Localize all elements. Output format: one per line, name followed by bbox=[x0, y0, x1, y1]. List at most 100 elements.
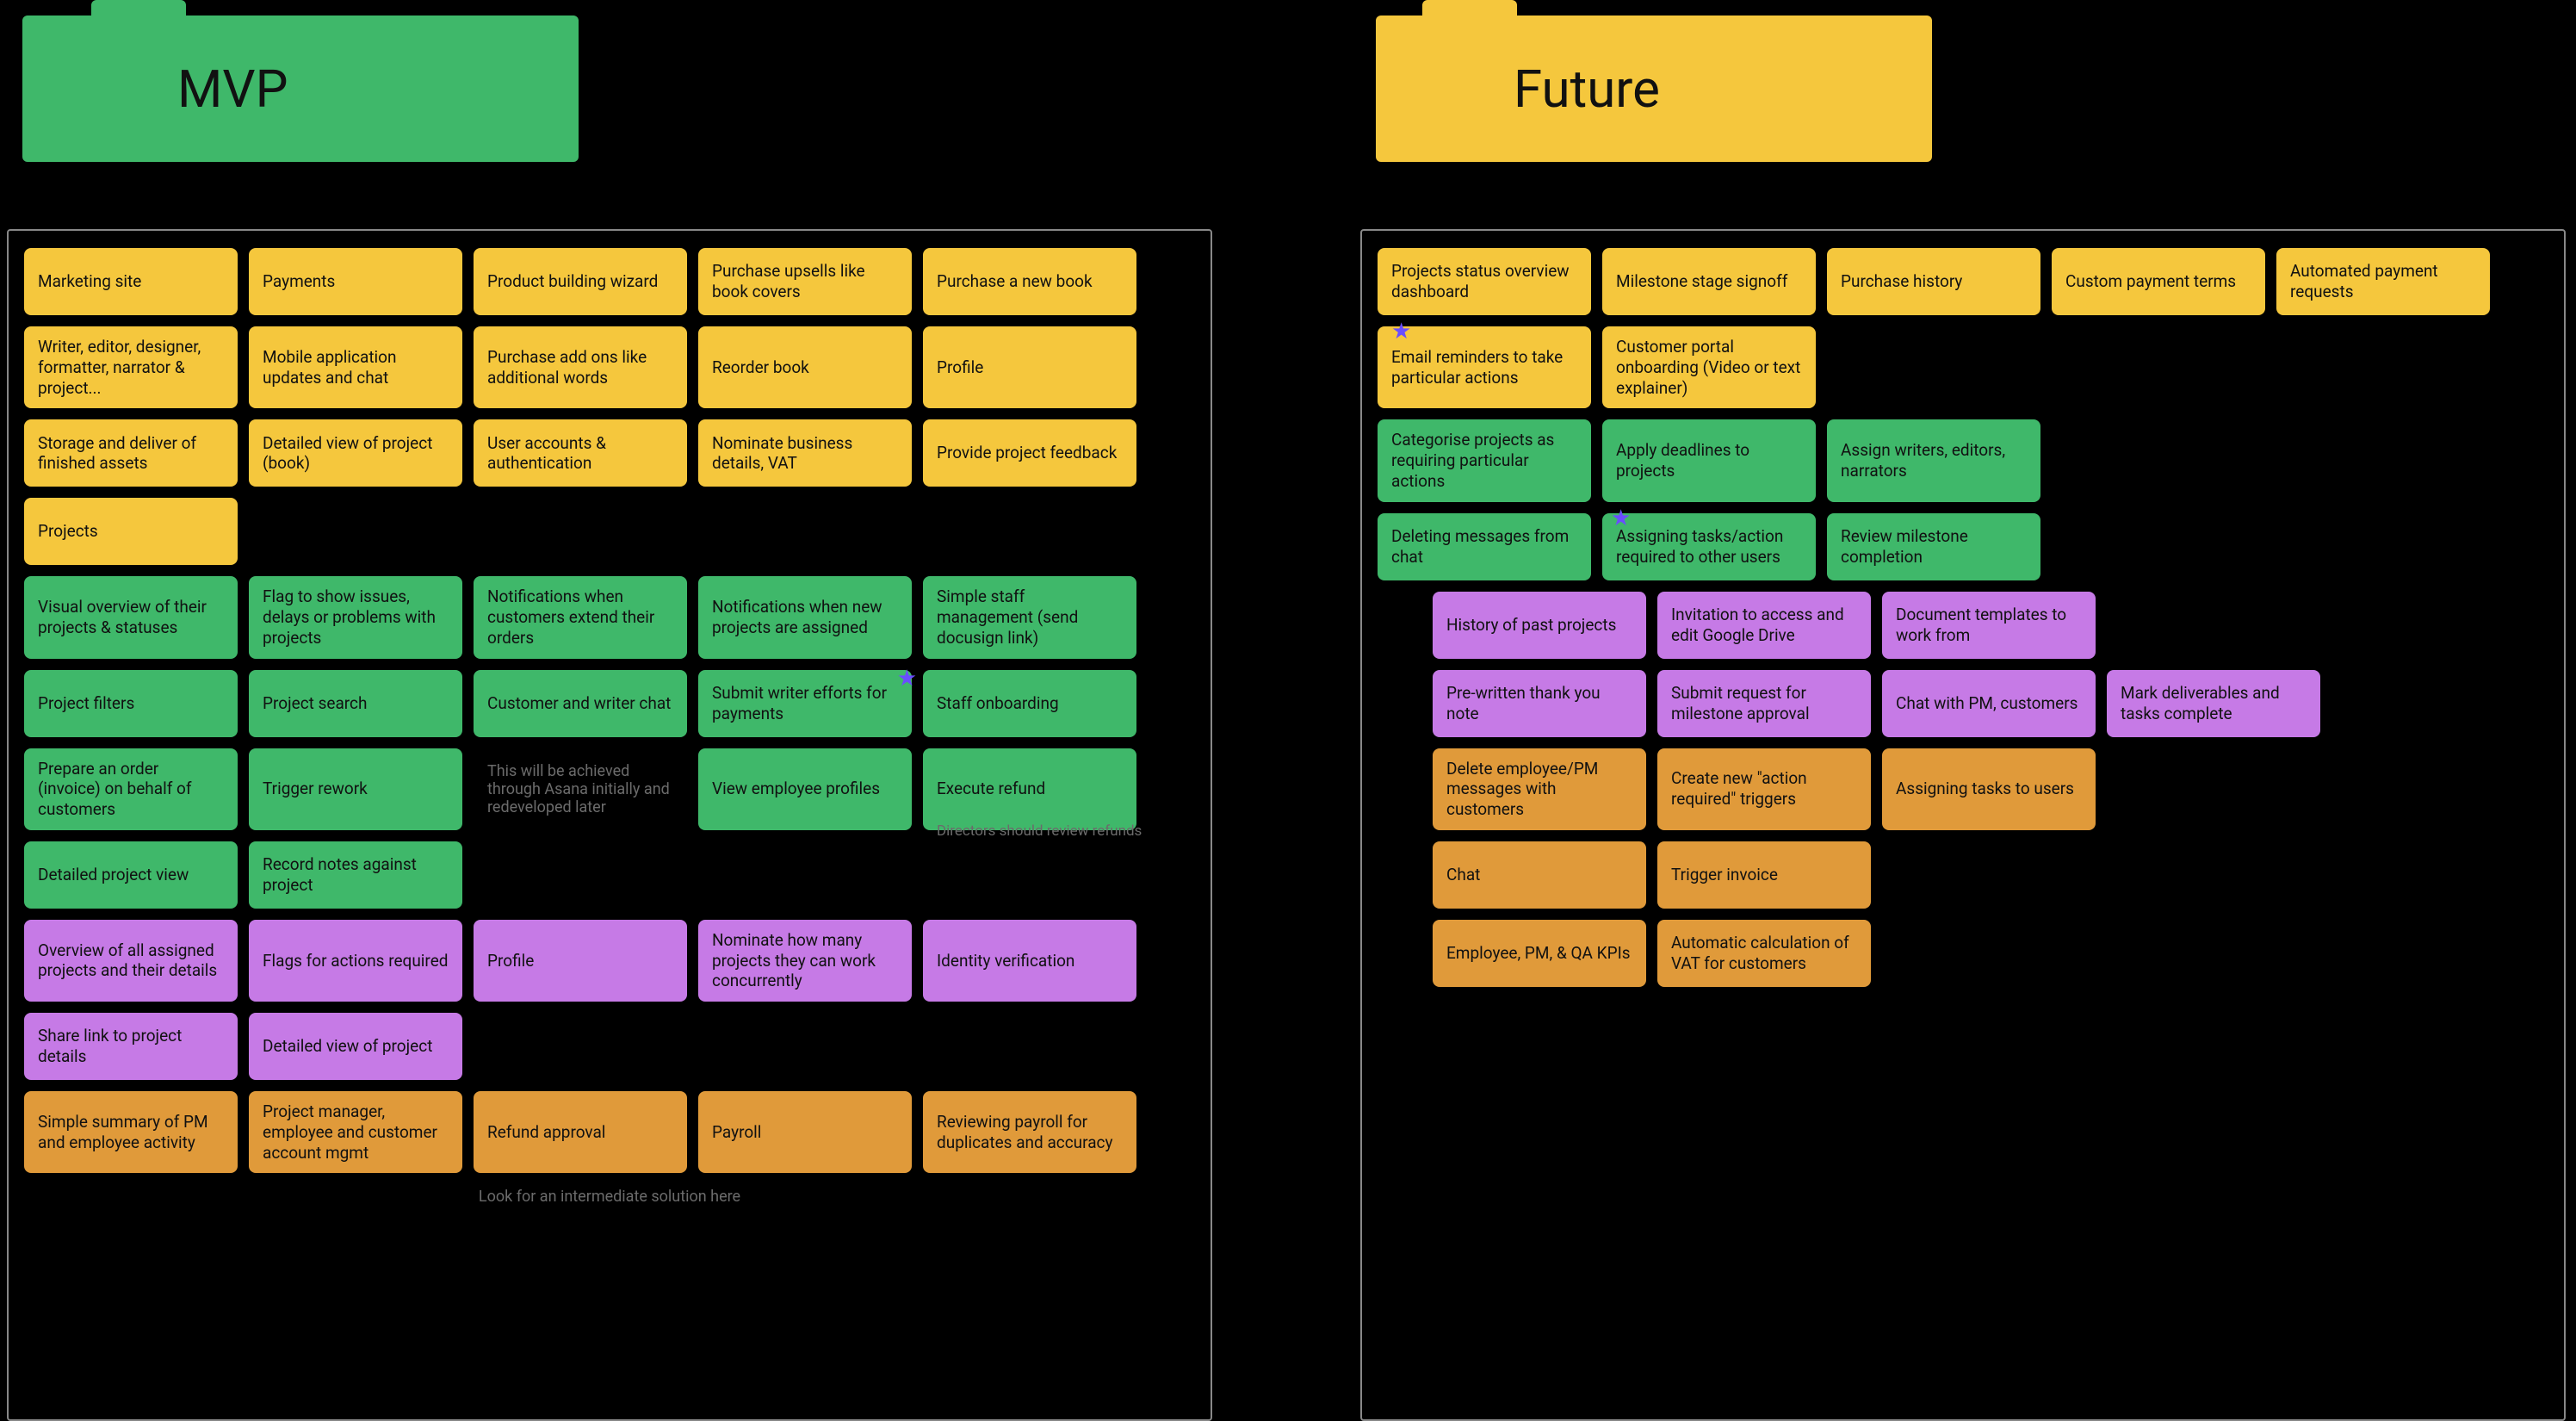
mvp-card[interactable]: Detailed project view bbox=[24, 841, 238, 909]
future-green-row-1: Categorise projects as requiring particu… bbox=[1378, 419, 2548, 501]
mvp-card[interactable]: Overview of all assigned projects and th… bbox=[24, 920, 238, 1002]
future-orange-row-3: Employee, PM, & QA KPIs Automatic calcul… bbox=[1433, 920, 2548, 987]
mvp-card[interactable]: Purchase a new book bbox=[923, 248, 1136, 315]
mvp-card[interactable]: ★ Submit writer efforts for payments bbox=[698, 670, 912, 737]
mvp-card[interactable]: Project filters bbox=[24, 670, 238, 737]
mvp-yellow-row-2: Writer, editor, designer, formatter, nar… bbox=[24, 326, 1195, 408]
mvp-board: Marketing site Payments Product building… bbox=[7, 229, 1212, 1421]
mvp-card[interactable]: Identity verification bbox=[923, 920, 1136, 1002]
future-tab-front: Future bbox=[1376, 16, 1932, 162]
future-card[interactable]: Create new "action required" triggers bbox=[1657, 748, 1871, 830]
mvp-card[interactable]: Product building wizard bbox=[474, 248, 687, 315]
future-card[interactable]: Invitation to access and edit Google Dri… bbox=[1657, 592, 1871, 659]
mvp-card[interactable]: Staff onboarding bbox=[923, 670, 1136, 737]
diagram-canvas: MVP Future Marketing site Payments Produ… bbox=[0, 0, 2576, 1413]
future-card[interactable]: Chat with PM, customers bbox=[1882, 670, 2096, 737]
mvp-card[interactable]: Flags for actions required bbox=[249, 920, 462, 1002]
future-card[interactable]: Projects status overview dashboard bbox=[1378, 248, 1591, 315]
mvp-card[interactable]: Notifications when customers extend thei… bbox=[474, 576, 687, 658]
future-card[interactable]: History of past projects bbox=[1433, 592, 1646, 659]
future-board: Projects status overview dashboard Miles… bbox=[1360, 229, 2566, 1421]
star-icon: ★ bbox=[897, 665, 917, 693]
mvp-card[interactable]: Nominate how many projects they can work… bbox=[698, 920, 912, 1002]
future-yellow-row-2: ★ Email reminders to take particular act… bbox=[1378, 326, 2548, 408]
mvp-card[interactable]: Simple summary of PM and employee activi… bbox=[24, 1091, 238, 1173]
mvp-card[interactable]: Project search bbox=[249, 670, 462, 737]
future-card[interactable]: Submit request for milestone approval bbox=[1657, 670, 1871, 737]
future-card[interactable]: Delete employee/PM messages with custome… bbox=[1433, 748, 1646, 830]
future-yellow-row-1: Projects status overview dashboard Miles… bbox=[1378, 248, 2548, 315]
future-card[interactable]: Review milestone completion bbox=[1827, 513, 2040, 580]
future-card[interactable]: Assigning tasks to users bbox=[1882, 748, 2096, 830]
mvp-card[interactable]: Prepare an order (invoice) on behalf of … bbox=[24, 748, 238, 830]
future-card[interactable]: Custom payment terms bbox=[2052, 248, 2265, 315]
future-card[interactable]: Pre-written thank you note bbox=[1433, 670, 1646, 737]
future-card[interactable]: ★ Assigning tasks/action required to oth… bbox=[1602, 513, 1816, 580]
mvp-card[interactable]: Simple staff management (send docusign l… bbox=[923, 576, 1136, 658]
mvp-card[interactable]: Refund approval bbox=[474, 1091, 687, 1173]
future-card[interactable]: Document templates to work from bbox=[1882, 592, 2096, 659]
mvp-card[interactable]: Flag to show issues, delays or problems … bbox=[249, 576, 462, 658]
mvp-card[interactable]: Reviewing payroll for duplicates and acc… bbox=[923, 1091, 1136, 1173]
mvp-card[interactable]: Execute refund bbox=[923, 748, 1136, 830]
mvp-card[interactable]: Writer, editor, designer, formatter, nar… bbox=[24, 326, 238, 408]
mvp-tab-front: MVP bbox=[22, 16, 579, 162]
mvp-card[interactable]: Detailed view of project bbox=[249, 1013, 462, 1080]
mvp-card[interactable]: Share link to project details bbox=[24, 1013, 238, 1080]
mvp-card[interactable]: Purchase add ons like additional words bbox=[474, 326, 687, 408]
future-card[interactable]: Employee, PM, & QA KPIs bbox=[1433, 920, 1646, 987]
mvp-card[interactable]: Profile bbox=[923, 326, 1136, 408]
future-card[interactable]: Automated payment requests bbox=[2276, 248, 2490, 315]
future-card[interactable]: Trigger invoice bbox=[1657, 841, 1871, 909]
future-tab-label: Future bbox=[1427, 59, 1660, 120]
future-green-row-2: Deleting messages from chat ★ Assigning … bbox=[1378, 513, 2548, 580]
mvp-yellow-row-1: Marketing site Payments Product building… bbox=[24, 248, 1195, 315]
mvp-tab-label: MVP bbox=[74, 59, 288, 120]
mvp-green-row-2: Project filters Project search Customer … bbox=[24, 670, 1195, 737]
mvp-card[interactable]: Customer and writer chat bbox=[474, 670, 687, 737]
future-card[interactable]: Deleting messages from chat bbox=[1378, 513, 1591, 580]
mvp-card[interactable]: User accounts & authentication bbox=[474, 419, 687, 487]
future-card[interactable]: Customer portal onboarding (Video or tex… bbox=[1602, 326, 1816, 408]
mvp-card[interactable]: Detailed view of project (book) bbox=[249, 419, 462, 487]
mvp-card[interactable]: Profile bbox=[474, 920, 687, 1002]
mvp-card[interactable]: Trigger rework bbox=[249, 748, 462, 830]
mvp-orange-row-1: Simple summary of PM and employee activi… bbox=[24, 1091, 1195, 1173]
mvp-card[interactable]: Record notes against project bbox=[249, 841, 462, 909]
future-card[interactable]: Chat bbox=[1433, 841, 1646, 909]
mvp-card[interactable]: Storage and deliver of finished assets bbox=[24, 419, 238, 487]
mvp-card[interactable]: Payroll bbox=[698, 1091, 912, 1173]
future-card[interactable]: Apply deadlines to projects bbox=[1602, 419, 1816, 501]
mvp-green-row-3: Prepare an order (invoice) on behalf of … bbox=[24, 748, 1195, 830]
future-card[interactable]: Assign writers, editors, narrators bbox=[1827, 419, 2040, 501]
mvp-card[interactable]: Project manager, employee and customer a… bbox=[249, 1091, 462, 1173]
mvp-card[interactable]: Reorder book bbox=[698, 326, 912, 408]
mvp-yellow-row-3: Storage and deliver of finished assets D… bbox=[24, 419, 1195, 487]
mvp-green-row-4: Detailed project view Record notes again… bbox=[24, 841, 1195, 909]
future-card[interactable]: Automatic calculation of VAT for custome… bbox=[1657, 920, 1871, 987]
star-icon: ★ bbox=[1391, 318, 1411, 346]
future-card[interactable]: Mark deliverables and tasks complete bbox=[2107, 670, 2320, 737]
mvp-card[interactable]: Visual overview of their projects & stat… bbox=[24, 576, 238, 658]
future-card[interactable]: Categorise projects as requiring particu… bbox=[1378, 419, 1591, 501]
future-purple-row-2: Pre-written thank you note Submit reques… bbox=[1433, 670, 2548, 737]
mvp-side-note: Directors should review refunds bbox=[937, 822, 1142, 840]
mvp-card[interactable]: Marketing site bbox=[24, 248, 238, 315]
mvp-yellow-row-4: Projects bbox=[24, 498, 1195, 565]
mvp-inline-note: This will be achieved through Asana init… bbox=[474, 748, 687, 830]
future-purple-row-1: History of past projects Invitation to a… bbox=[1433, 592, 2548, 659]
mvp-card[interactable]: View employee profiles bbox=[698, 748, 912, 830]
mvp-card[interactable]: Provide project feedback bbox=[923, 419, 1136, 487]
mvp-card[interactable]: Purchase upsells like book covers bbox=[698, 248, 912, 315]
future-card[interactable]: Purchase history bbox=[1827, 248, 2040, 315]
mvp-purple-row-2: Share link to project details Detailed v… bbox=[24, 1013, 1195, 1080]
mvp-card[interactable]: Nominate business details, VAT bbox=[698, 419, 912, 487]
future-card[interactable]: ★ Email reminders to take particular act… bbox=[1378, 326, 1591, 408]
mvp-green-row-1: Visual overview of their projects & stat… bbox=[24, 576, 1195, 658]
mvp-card[interactable]: Notifications when new projects are assi… bbox=[698, 576, 912, 658]
future-card[interactable]: Milestone stage signoff bbox=[1602, 248, 1816, 315]
mvp-card[interactable]: Payments bbox=[249, 248, 462, 315]
future-orange-row-1: Delete employee/PM messages with custome… bbox=[1433, 748, 2548, 830]
mvp-card[interactable]: Mobile application updates and chat bbox=[249, 326, 462, 408]
mvp-card[interactable]: Projects bbox=[24, 498, 238, 565]
